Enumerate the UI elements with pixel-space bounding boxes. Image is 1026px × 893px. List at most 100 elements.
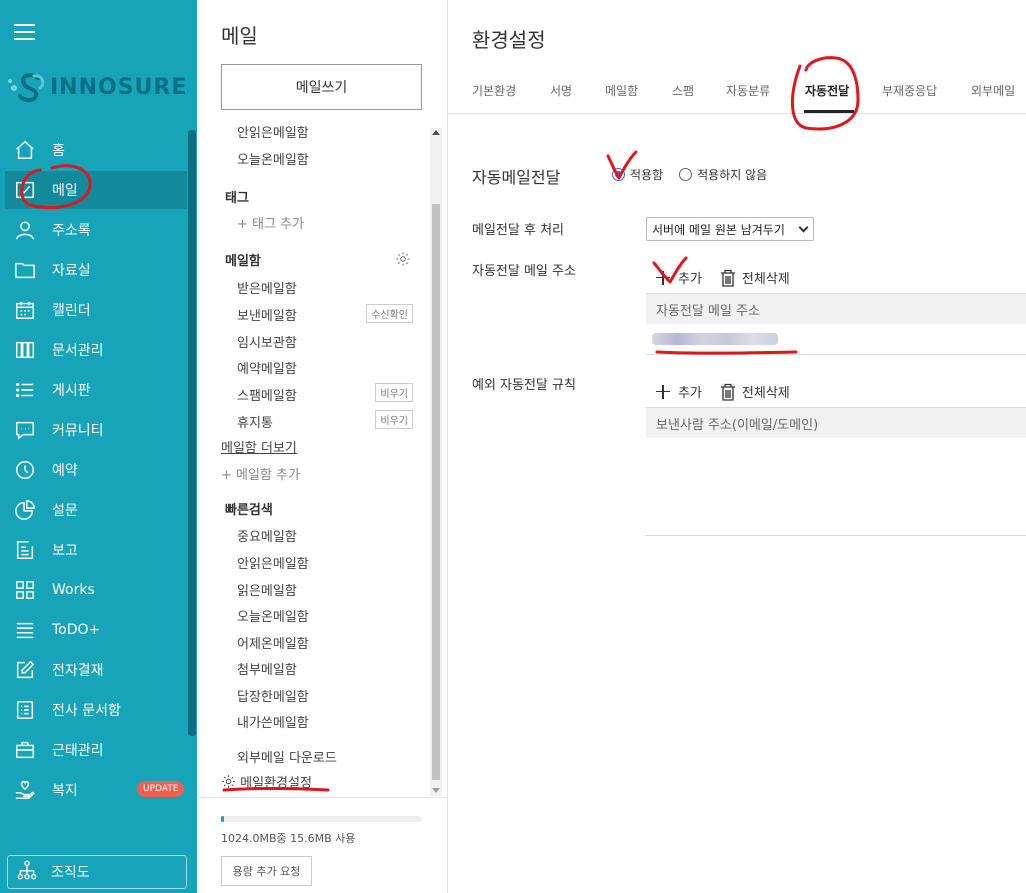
blurred-email-address <box>652 333 778 345</box>
add-mailbox-link[interactable]: + 메일함 추가 <box>221 464 300 483</box>
mailbox-item[interactable]: 임시보관함 <box>237 332 297 351</box>
nav-label: 게시판 <box>52 383 91 399</box>
add-tag-link[interactable]: + 태그 추가 <box>237 213 304 232</box>
plus-icon[interactable] <box>656 270 670 285</box>
hamburger-icon[interactable] <box>14 24 35 40</box>
tab-spam[interactable]: 스팸 <box>672 82 694 99</box>
tab-auto-sort[interactable]: 자동분류 <box>726 82 770 99</box>
tab-away-reply[interactable]: 부재중응답 <box>882 82 937 99</box>
chat-icon <box>13 418 37 442</box>
nav-item-board[interactable]: 게시판 <box>5 371 187 409</box>
quick-item[interactable]: 어제온메일함 <box>237 633 309 652</box>
address-table-header: 자동전달 메일 주소 <box>646 293 1026 324</box>
add-exception-button[interactable]: 추가 <box>678 382 702 401</box>
empty-spam-button[interactable]: 비우기 <box>375 383 413 402</box>
nav-item-attendance[interactable]: 근태관리 <box>5 731 187 769</box>
nav-label: 복지 <box>52 783 78 799</box>
quick-item[interactable]: 첨부메일함 <box>237 659 297 678</box>
logo: INNOSURE <box>8 70 187 104</box>
mailbox-item[interactable]: 받은메일함 <box>237 278 297 297</box>
scroll-up-icon[interactable] <box>432 130 440 135</box>
nav-item-survey[interactable]: 설문 <box>5 491 187 529</box>
gear-icon[interactable] <box>395 251 411 267</box>
plus-icon[interactable] <box>656 384 670 399</box>
nav-item-todo[interactable]: ToDO+ <box>5 611 187 649</box>
after-forward-select[interactable]: 서버에 메일 원본 남겨두기 <box>646 217 814 241</box>
nav-item-works[interactable]: Works <box>5 571 187 609</box>
quick-search-header: 빠른검색 <box>225 503 273 518</box>
nav-item-home[interactable]: 홈 <box>5 131 187 169</box>
tags-header: 태그 <box>225 191 249 206</box>
quick-item[interactable]: 오늘온메일함 <box>237 606 309 625</box>
mailbox-item[interactable]: 보낸메일함 <box>237 305 297 324</box>
quick-item[interactable]: 내가쓴메일함 <box>237 712 309 731</box>
archive-icon <box>13 698 37 722</box>
nav-item-approval[interactable]: 전자결재 <box>5 651 187 689</box>
mailbox-item[interactable]: 안읽은메일함 <box>237 122 309 141</box>
tab-mailbox[interactable]: 메일함 <box>605 82 638 99</box>
nav-item-company-docs[interactable]: 전사 문서함 <box>5 691 187 729</box>
delete-all-addresses-button[interactable]: 전체삭제 <box>742 268 790 287</box>
calendar-icon <box>13 298 37 322</box>
page-title: 환경설정 <box>472 28 546 52</box>
org-chart-button[interactable]: 조직도 <box>7 855 187 889</box>
mailbox-item[interactable]: 예약메일함 <box>237 358 297 377</box>
quick-item[interactable]: 중요메일함 <box>237 526 297 545</box>
read-receipt-button[interactable]: 수신확인 <box>366 304 413 323</box>
mail-settings-link[interactable]: 메일환경설정 <box>221 772 312 791</box>
section-title: 자동메일전달 <box>472 168 561 187</box>
mail-title: 메일 <box>221 24 258 48</box>
nav-item-report[interactable]: 보고 <box>5 531 187 569</box>
mailbox-item[interactable]: 휴지통 <box>237 412 273 431</box>
nav-item-mail[interactable]: 메일 <box>5 171 187 209</box>
mailbox-item[interactable]: 스팸메일함 <box>237 385 297 404</box>
nav-item-calendar[interactable]: 캘린더 <box>5 291 187 329</box>
quota-request-button[interactable]: 용량 추가 요청 <box>221 856 312 886</box>
empty-trash-button[interactable]: 비우기 <box>375 410 413 429</box>
compose-button[interactable]: 메일쓰기 <box>221 64 422 110</box>
mail-icon <box>13 178 37 202</box>
nav-label: 근태관리 <box>52 743 104 759</box>
scroll-down-icon[interactable] <box>432 788 440 793</box>
nav-item-community[interactable]: 커뮤니티 <box>5 411 187 449</box>
mailbox-scrollbar[interactable] <box>430 128 442 796</box>
nav-scrollbar[interactable] <box>188 130 196 736</box>
nav-item-documents[interactable]: 문서관리 <box>5 331 187 369</box>
radio-not-apply[interactable] <box>679 168 693 181</box>
mail-settings-label: 메일환경설정 <box>240 776 312 791</box>
nav-label: 커뮤니티 <box>52 423 104 439</box>
address-row[interactable] <box>646 324 1026 355</box>
quota-footer: 1024.0MB중 15.6MB 사용 용량 추가 요청 <box>197 797 447 893</box>
quick-item[interactable]: 답장한메일함 <box>237 686 309 705</box>
nav-item-contacts[interactable]: 주소록 <box>5 211 187 249</box>
settings-tabs: 기본환경 서명 메일함 스팸 자동분류 자동전달 부재중응답 외부메일 <box>448 70 1026 114</box>
quick-item[interactable]: 안읽은메일함 <box>237 553 309 572</box>
radio-not-apply-label[interactable]: 적용하지 않음 <box>697 166 767 183</box>
nav-label: 주소록 <box>52 223 91 239</box>
forward-address-label: 자동전달 메일 주소 <box>472 264 576 279</box>
trash-icon[interactable] <box>720 383 736 401</box>
add-mailbox-label: 메일함 추가 <box>236 468 300 483</box>
tab-auto-forward[interactable]: 자동전달 <box>805 82 849 99</box>
delete-all-exceptions-button[interactable]: 전체삭제 <box>742 382 790 401</box>
add-address-button[interactable]: 추가 <box>678 268 702 287</box>
nav-label: 홈 <box>52 143 65 159</box>
quick-item[interactable]: 읽은메일함 <box>237 580 297 599</box>
nav-item-files[interactable]: 자료실 <box>5 251 187 289</box>
nav-label: 메일 <box>52 183 78 199</box>
more-mailboxes-link[interactable]: 메일함 더보기 <box>221 437 297 456</box>
tab-external-mail[interactable]: 외부메일 <box>971 82 1015 99</box>
mailbox-item[interactable]: 오늘온메일함 <box>237 149 309 168</box>
tab-basic[interactable]: 기본환경 <box>472 82 516 99</box>
active-tab-indicator <box>804 110 854 113</box>
settings-content: 환경설정 기본환경 서명 메일함 스팸 자동분류 자동전달 부재중응답 외부메일… <box>448 0 1026 893</box>
external-download-link[interactable]: 외부메일 다운로드 <box>237 747 337 766</box>
nav-item-reservation[interactable]: 예약 <box>5 451 187 489</box>
nav-label: 예약 <box>52 463 78 479</box>
radio-apply-label[interactable]: 적용함 <box>630 166 663 183</box>
scroll-thumb[interactable] <box>432 204 440 780</box>
trash-icon[interactable] <box>720 269 736 287</box>
nav-label: 전사 문서함 <box>52 703 121 719</box>
radio-apply[interactable] <box>612 168 625 181</box>
tab-signature[interactable]: 서명 <box>550 82 572 99</box>
